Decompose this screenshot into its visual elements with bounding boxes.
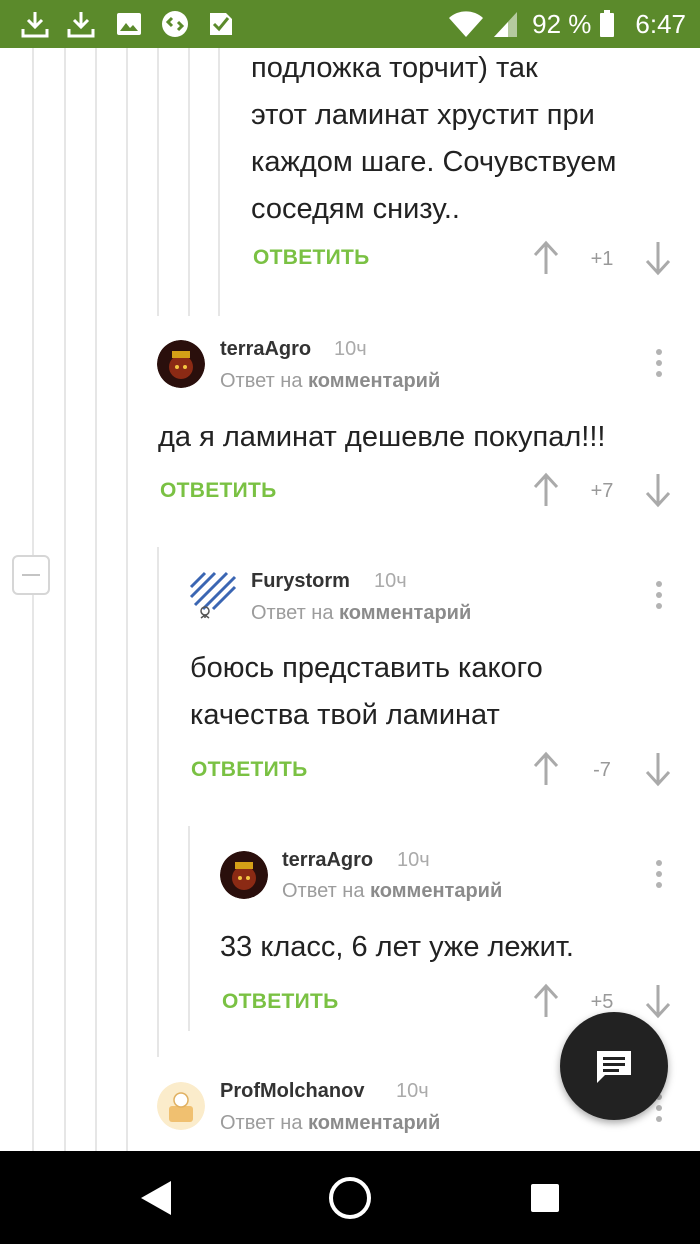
thread-line — [64, 48, 66, 1151]
comment-text: 33 класс, 6 лет уже лежит. — [220, 924, 574, 971]
recents-icon[interactable] — [530, 1183, 560, 1213]
comment-time: 10ч — [374, 570, 407, 592]
back-icon[interactable] — [138, 1179, 174, 1217]
comment-time: 10ч — [396, 1080, 429, 1102]
signal-icon — [494, 12, 518, 37]
avatar[interactable] — [220, 851, 268, 899]
downvote-arrow-icon[interactable] — [644, 983, 672, 1019]
more-options-icon[interactable] — [654, 860, 664, 890]
write-comment-button[interactable] — [560, 1012, 668, 1120]
more-options-icon[interactable] — [654, 349, 664, 379]
thread-line — [188, 48, 190, 316]
more-options-icon[interactable] — [654, 581, 664, 611]
reply-button[interactable]: ОТВЕТИТЬ — [222, 990, 339, 1014]
reply-to-prefix: Ответ на — [282, 880, 365, 902]
comment-icon — [597, 1051, 631, 1083]
collapse-thread-button[interactable] — [12, 555, 50, 595]
wifi-icon — [449, 11, 484, 37]
battery-percent: 92 % — [532, 8, 592, 39]
comment-author[interactable]: ProfMolchanov — [220, 1080, 364, 1103]
reply-to-prefix: Ответ на — [251, 602, 334, 624]
thread-line — [218, 48, 220, 316]
comment-score: +5 — [590, 991, 614, 1013]
comment-text-line: каждом шаге. Сочувствуем — [251, 146, 617, 178]
thread-line — [126, 48, 128, 1151]
home-icon[interactable] — [327, 1175, 373, 1221]
reply-to-line: Ответ на комментарий — [251, 602, 471, 625]
status-bar: 92 % 6:47 — [0, 0, 700, 48]
thread-line — [32, 595, 34, 1151]
comment-text: подложка торчит) так этот ламинат хрусти… — [251, 45, 616, 233]
reply-to-line: Ответ на комментарий — [220, 370, 440, 393]
comment-score: +1 — [590, 248, 614, 270]
comment-text: боюсь представить какого качества твой л… — [190, 645, 543, 739]
shazam-icon — [162, 11, 188, 37]
comment-text: да я ламинат дешевле покупал!!! — [158, 414, 605, 461]
reply-to-link[interactable]: комментарий — [308, 370, 440, 392]
reply-to-link[interactable]: комментарий — [339, 602, 471, 624]
comment-text-line: да я ламинат дешевле покупал!!! — [158, 421, 606, 453]
reply-to-link[interactable]: комментарий — [308, 1112, 440, 1134]
comment-time: 10ч — [397, 849, 430, 871]
clock: 6:47 — [635, 8, 686, 39]
thread-line — [32, 48, 34, 555]
comment-text-line: качества твой ламинат — [190, 699, 500, 731]
reply-button[interactable]: ОТВЕТИТЬ — [160, 479, 277, 503]
download-icon — [21, 12, 49, 38]
thread-line — [157, 547, 159, 1057]
avatar[interactable] — [157, 340, 205, 388]
comment-score: +7 — [590, 480, 614, 502]
upvote-arrow-icon[interactable] — [532, 751, 560, 787]
comment-score: -7 — [593, 759, 611, 781]
reply-button[interactable]: ОТВЕТИТЬ — [253, 246, 370, 270]
comment-author[interactable]: Furystorm — [251, 570, 350, 593]
comment-time: 10ч — [334, 338, 367, 360]
comment-author[interactable]: terraAgro — [282, 849, 373, 872]
reply-to-line: Ответ на комментарий — [220, 1112, 440, 1135]
reply-to-line: Ответ на комментарий — [282, 880, 502, 903]
avatar[interactable] — [157, 1082, 205, 1130]
downvote-arrow-icon[interactable] — [644, 472, 672, 508]
download-icon — [67, 12, 95, 38]
avatar[interactable] — [189, 571, 237, 619]
comment-author[interactable]: terraAgro — [220, 338, 311, 361]
thread-line — [95, 48, 97, 1151]
reply-to-prefix: Ответ на — [220, 370, 303, 392]
comment-text-line: этот ламинат хрустит при — [251, 99, 595, 131]
downvote-arrow-icon[interactable] — [644, 240, 672, 276]
thread-line — [157, 48, 159, 316]
downvote-arrow-icon[interactable] — [644, 751, 672, 787]
reply-button[interactable]: ОТВЕТИТЬ — [191, 758, 308, 782]
reply-to-link[interactable]: комментарий — [370, 880, 502, 902]
upvote-arrow-icon[interactable] — [532, 240, 560, 276]
comment-text-line: 33 класс, 6 лет уже лежит. — [220, 931, 574, 963]
battery-icon — [600, 10, 615, 37]
navigation-bar — [0, 1151, 700, 1244]
image-icon — [117, 13, 141, 35]
upvote-arrow-icon[interactable] — [532, 472, 560, 508]
reply-to-prefix: Ответ на — [220, 1112, 303, 1134]
comment-text-line: боюсь представить какого — [190, 652, 543, 684]
comment-text-line: соседям снизу.. — [251, 193, 460, 225]
upvote-arrow-icon[interactable] — [532, 983, 560, 1019]
comment-text-line: подложка торчит) так — [251, 52, 538, 84]
check-app-icon — [210, 13, 232, 35]
thread-line — [188, 826, 190, 1031]
